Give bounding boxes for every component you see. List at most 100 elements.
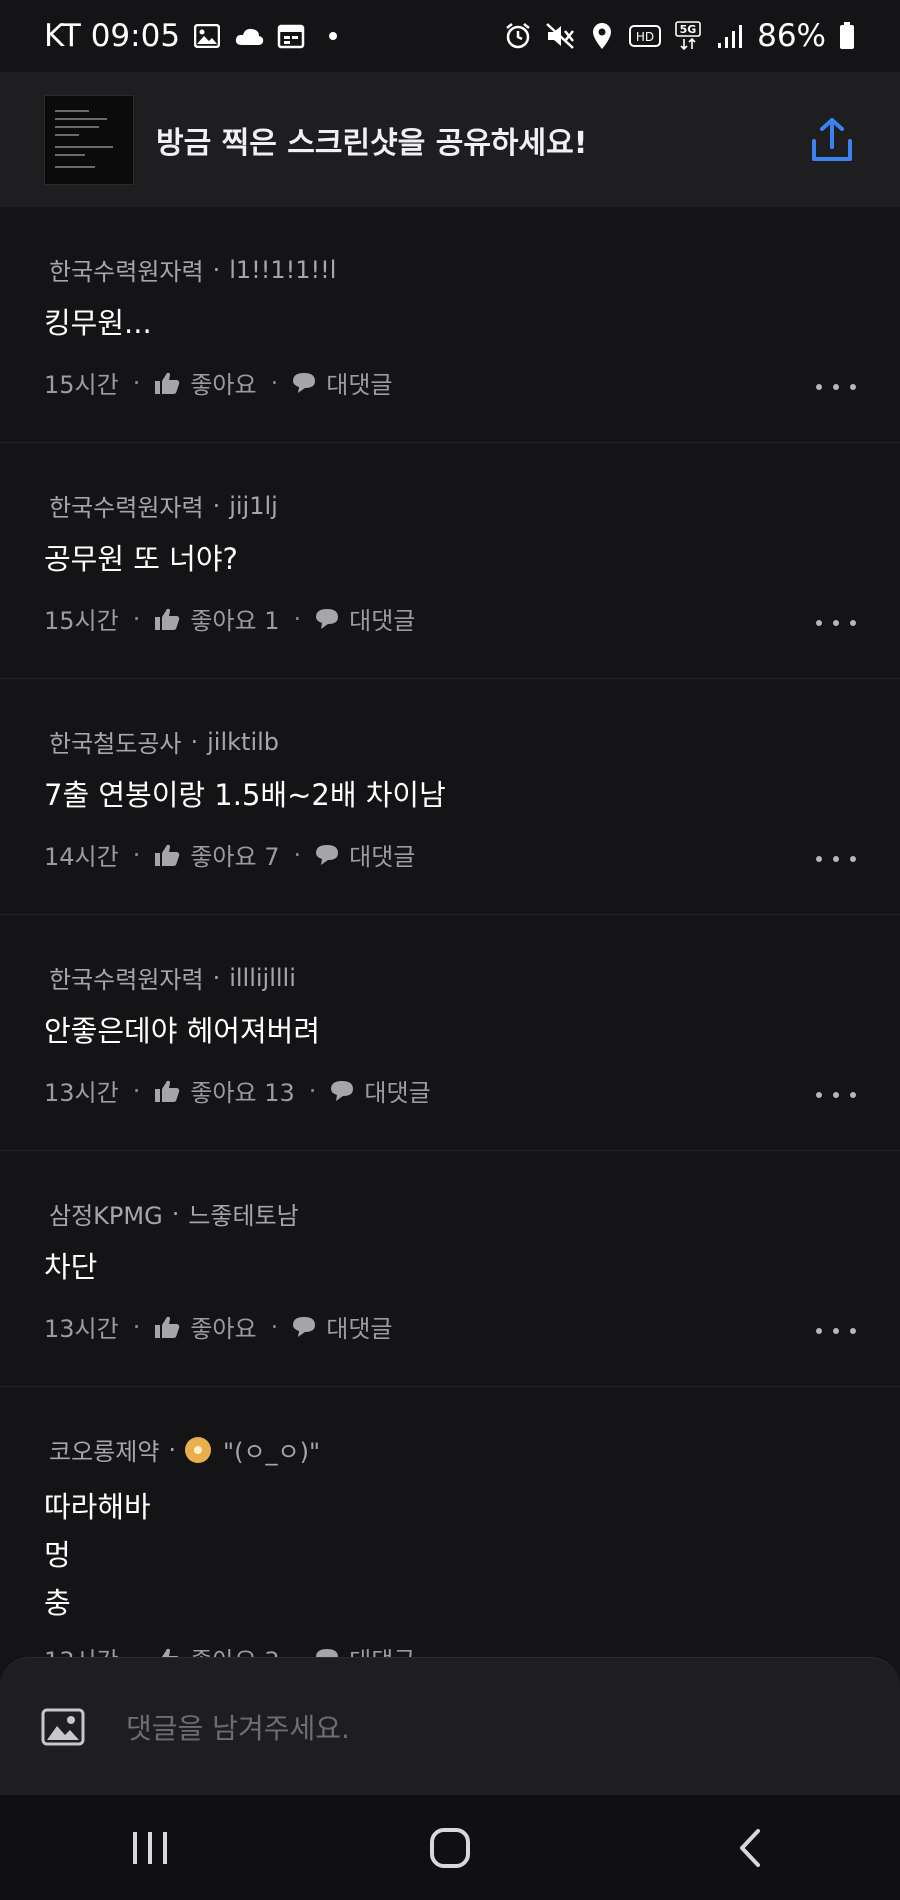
comment-time: 15시간 [44, 371, 119, 399]
location-icon [587, 21, 617, 51]
reply-label: 대댓글 [364, 1079, 431, 1107]
home-icon [430, 1827, 470, 1868]
comment-actions: 15시간 · 좋아요 1 · 대댓글 [44, 601, 415, 636]
more-options-button[interactable] [816, 377, 856, 397]
reply-button[interactable]: 대댓글 [292, 365, 392, 400]
svg-text:5G: 5G [680, 23, 697, 36]
speech-bubble-icon [293, 1316, 316, 1337]
notification-dot-icon [318, 21, 348, 51]
reply-label: 대댓글 [349, 843, 416, 871]
like-button[interactable]: 좋아요 1 [154, 601, 279, 636]
carrier-time: KT 09:05 [44, 18, 181, 54]
back-icon [740, 1828, 760, 1867]
more-options-button[interactable] [816, 1321, 856, 1341]
comment-user[interactable]: illlijllli [229, 964, 296, 992]
battery-icon [838, 21, 856, 51]
comment-input[interactable]: 댓글을 남겨주세요. [126, 1707, 350, 1747]
comment-item: 삼정KPMG · 느좋테토남 차단 13시간 · 좋아요 · 대댓글 [0, 1151, 900, 1387]
comment-meta: 한국수력원자력 · l1!!1!1!!l [49, 252, 336, 287]
comment-meta: 한국철도공사 · jilktilb [49, 724, 279, 759]
status-bar: KT 09:05 HD 5G 86% [0, 0, 900, 72]
comment-time: 13시간 [44, 1315, 119, 1343]
comment-text: 공무원 또 너야? [44, 542, 238, 576]
like-label: 좋아요 13 [190, 1079, 295, 1107]
home-button[interactable] [420, 1818, 480, 1878]
reply-button[interactable]: 대댓글 [330, 1073, 431, 1108]
back-button[interactable] [720, 1818, 780, 1878]
comment-company[interactable]: 한국철도공사 [49, 724, 181, 759]
like-button[interactable]: 좋아요 13 [154, 1073, 295, 1108]
svg-text:HD: HD [636, 30, 654, 44]
screenshot-share-banner[interactable]: 방금 찍은 스크린샷을 공유하세요! [0, 72, 900, 207]
more-options-button[interactable] [816, 613, 856, 633]
more-options-button[interactable] [816, 1085, 856, 1105]
comment-text: 안좋은데야 헤어져버려 [44, 1014, 321, 1048]
comment-company[interactable]: 코오롱제약 [49, 1432, 159, 1467]
comment-meta: 한국수력원자력 · jij1lj [49, 488, 278, 523]
recent-apps-button[interactable] [120, 1818, 180, 1878]
comment-company[interactable]: 한국수력원자력 [49, 252, 204, 287]
comment-user[interactable]: l1!!1!1!!l [229, 256, 336, 284]
comment-time: 13시간 [44, 1079, 119, 1107]
comment-item: 한국수력원자력 · jij1lj 공무원 또 너야? 15시간 · 좋아요 1 · 대… [0, 443, 900, 679]
comment-line: 충 [44, 1586, 71, 1620]
comment-user[interactable]: jij1lj [229, 492, 278, 520]
comment-meta: 한국수력원자력 · illlijllli [49, 960, 296, 995]
speech-bubble-icon [331, 1080, 354, 1101]
comment-company[interactable]: 한국수력원자력 [49, 960, 204, 995]
thumbs-up-icon [155, 372, 180, 394]
like-button[interactable]: 좋아요 7 [154, 837, 279, 872]
like-button[interactable]: 좋아요 [154, 365, 257, 400]
reply-button[interactable]: 대댓글 [292, 1309, 392, 1344]
badge-icon [185, 1436, 212, 1463]
comment-text: 킹무원... [44, 306, 152, 340]
like-label: 좋아요 1 [190, 607, 280, 635]
recent-apps-icon [133, 1831, 167, 1864]
thumbs-up-icon [155, 844, 180, 866]
speech-bubble-icon [316, 608, 339, 629]
calendar-icon [276, 21, 306, 51]
comment-user[interactable]: "(ㅇ_ㅇ)" [223, 1432, 320, 1467]
comment-line: 따라해바 [44, 1490, 151, 1524]
comment-item: 코오롱제약·"(ㅇ_ㅇ)" 따라해바 멍 충 13시간· 좋아요 3 · 대댓글 [0, 1387, 900, 1687]
alarm-icon [503, 21, 533, 51]
reply-label: 대댓글 [326, 1315, 393, 1343]
gallery-icon [192, 21, 222, 51]
reply-label: 대댓글 [349, 607, 416, 635]
like-label: 좋아요 7 [190, 843, 280, 871]
reply-label: 대댓글 [326, 371, 393, 399]
comment-meta: 코오롱제약 · "(ㅇ_ㅇ)" [49, 1432, 320, 1467]
more-options-button[interactable] [816, 849, 856, 869]
comment-actions: 13시간 · 좋아요 · 대댓글 [44, 1309, 392, 1344]
comment-text: 7출 연봉이랑 1.5배~2배 차이남 [44, 778, 446, 812]
cloud-icon [234, 21, 264, 51]
comment-line: 멍 [44, 1538, 71, 1572]
comment-actions: 13시간 · 좋아요 13 · 대댓글 [44, 1073, 431, 1108]
comment-meta: 삼정KPMG · 느좋테토남 [49, 1196, 299, 1231]
battery-percent: 86% [757, 18, 826, 54]
signal-bars-icon [715, 21, 745, 51]
share-button[interactable] [808, 116, 856, 164]
comment-user[interactable]: 느좋테토남 [188, 1196, 298, 1231]
comment-time: 15시간 [44, 607, 119, 635]
thumbs-up-icon [155, 608, 180, 630]
5g-signal-icon: 5G [673, 21, 703, 51]
comment-company[interactable]: 삼정KPMG [49, 1196, 163, 1231]
share-icon [812, 117, 852, 161]
comment-text: 따라해바 멍 충 [44, 1483, 151, 1627]
speech-bubble-icon [293, 372, 316, 393]
reply-button[interactable]: 대댓글 [315, 837, 415, 872]
comment-item: 한국수력원자력 · l1!!1!1!!l 킹무원... 15시간 · 좋아요 · 대댓… [0, 207, 900, 443]
hd-icon: HD [629, 21, 662, 51]
like-button[interactable]: 좋아요 [154, 1309, 257, 1344]
reply-button[interactable]: 대댓글 [315, 601, 415, 636]
system-nav-bar [0, 1795, 900, 1900]
speech-bubble-icon [316, 844, 339, 865]
screenshot-thumbnail[interactable] [44, 94, 134, 185]
comment-item: 한국철도공사 · jilktilb 7출 연봉이랑 1.5배~2배 차이남 14시간… [0, 679, 900, 915]
comment-user[interactable]: jilktilb [207, 728, 279, 756]
comment-time: 14시간 [44, 843, 119, 871]
mute-icon [545, 21, 575, 51]
attach-image-button[interactable] [40, 1707, 86, 1747]
comment-company[interactable]: 한국수력원자력 [49, 488, 204, 523]
